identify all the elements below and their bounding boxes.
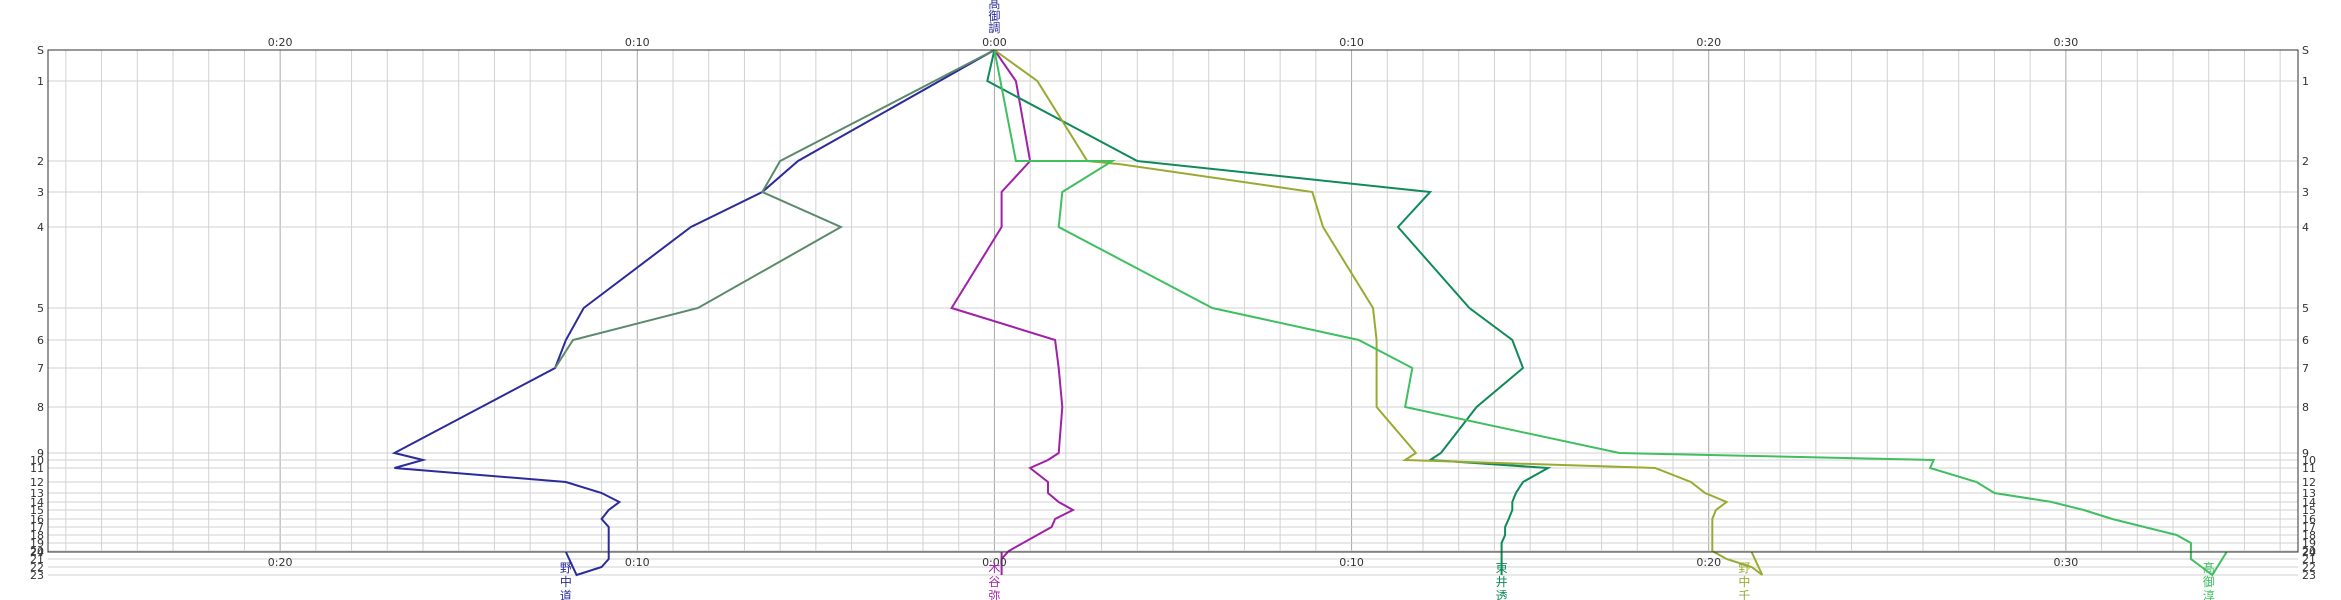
x-tick-label-top: 0:00 [982,36,1007,49]
series-name-label: 野 [1738,561,1750,575]
station-tick-label-right: 6 [2302,334,2309,347]
x-tick-label-bottom: 0:20 [268,556,293,569]
station-tick-label-left: 3 [37,186,44,199]
station-tick-label-right: 8 [2302,401,2309,414]
series-name-label: 髙 [2203,560,2215,575]
station-tick-label-right: 3 [2302,186,2309,199]
series-name-label: 野 [560,561,572,575]
station-tick-label-right: 4 [2302,221,2309,234]
series-name-label: 木 [988,561,1000,575]
series-name-label: 中 [1738,574,1750,589]
x-tick-label-bottom: 0:10 [625,556,650,569]
series-name-label: 道 [560,589,572,600]
station-tick-label-left: 23 [30,569,44,582]
x-tick-label-bottom: 0:30 [2054,556,2079,569]
grid [48,49,2298,576]
series-name-label: 谷 [988,575,1000,589]
series-name-label: 御 [2203,574,2215,589]
series-line [391,49,995,577]
station-tick-label-right: 11 [2302,462,2316,475]
station-tick-label-right: 5 [2302,302,2309,315]
station-tick-label-left: 24 [30,546,44,559]
series-name-label: 東 [1496,561,1508,575]
series-name-label: 千 [1738,589,1750,600]
x-tick-label-bottom: 0:20 [1696,556,1721,569]
station-tick-label-right: 7 [2302,362,2309,375]
x-tick-label-top: 0:30 [2054,36,2079,49]
series-line [993,49,1764,576]
station-tick-label-left: S [37,44,44,57]
station-tick-label-right: 1 [2302,75,2309,88]
series-name-label: 井 [1496,575,1508,589]
series-name-label: 透 [1496,589,1508,600]
x-tick-label-top: 0:20 [268,36,293,49]
series-line [986,49,1552,575]
station-tick-label-left: 2 [37,155,44,168]
series-line [993,49,2228,577]
x-tick-label-bottom: 0:10 [1339,556,1364,569]
x-tick-label-top: 0:10 [625,36,650,49]
top-series-label: 調 [988,21,1000,35]
series-name-label: 淳 [2203,588,2215,600]
station-tick-label-right: S [2302,44,2309,57]
series-lines [391,49,2228,577]
station-tick-label-left: 6 [37,334,44,347]
x-tick-label-top: 0:10 [1339,36,1364,49]
station-tick-label-right: 24 [2302,546,2316,559]
series-name-label: 弥 [988,588,1000,600]
station-tick-label-right: 23 [2302,569,2316,582]
station-tick-label-right: 2 [2302,155,2309,168]
station-tick-label-left: 5 [37,302,44,315]
series-line [554,49,995,369]
station-tick-label-left: 8 [37,401,44,414]
series-line [950,49,1076,575]
station-tick-label-left: 11 [30,462,44,475]
station-tick-label-left: 1 [37,75,44,88]
x-tick-label-top: 0:20 [1696,36,1721,49]
series-name-label: 中 [560,574,572,589]
station-tick-label-left: 7 [37,362,44,375]
station-tick-label-left: 4 [37,221,44,234]
diagram-chart: S S1 12 23 34 45 56 67 78 89 910 1011 1112 1213 1314 14… [30,0,2316,600]
